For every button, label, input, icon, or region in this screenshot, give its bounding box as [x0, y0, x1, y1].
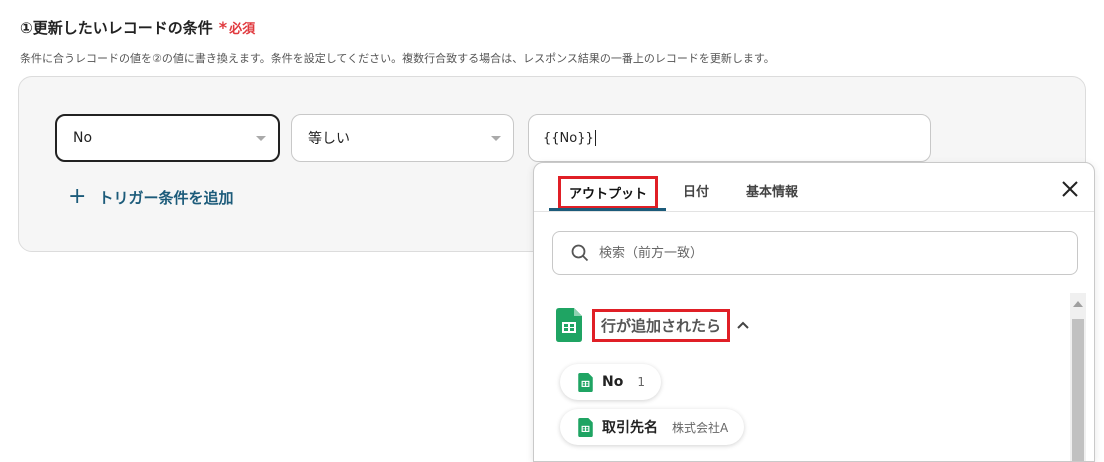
- active-tab-indicator: [549, 208, 666, 211]
- scroll-up-arrow-icon[interactable]: [1073, 301, 1083, 307]
- text-cursor: [594, 130, 596, 146]
- picker-tabs: アウトプット 日付 基本情報: [534, 163, 1094, 212]
- asterisk-icon: *: [218, 18, 228, 37]
- section-title-text: ①更新したいレコードの条件: [20, 19, 213, 37]
- chevron-up-icon[interactable]: [736, 320, 750, 330]
- required-label: 必須: [229, 22, 256, 37]
- google-sheets-icon: [578, 417, 593, 437]
- close-icon[interactable]: [1060, 179, 1080, 199]
- section-title: ①更新したいレコードの条件 * 必須: [20, 17, 255, 38]
- output-group-header[interactable]: 行が追加されたら: [556, 308, 750, 342]
- required-badge: * 必須: [219, 18, 255, 37]
- condition-key-value: No: [73, 130, 93, 146]
- tab-date[interactable]: 日付: [683, 181, 709, 200]
- output-item-value: 株式会社A: [672, 420, 729, 435]
- condition-operator-select[interactable]: 等しい: [291, 114, 514, 162]
- tab-basic-info[interactable]: 基本情報: [746, 181, 798, 200]
- scrollbar[interactable]: [1070, 293, 1086, 461]
- output-item-value: 1: [637, 375, 645, 389]
- scroll-thumb[interactable]: [1072, 319, 1084, 461]
- google-sheets-icon: [556, 308, 582, 342]
- output-item-label: No: [602, 374, 624, 390]
- google-sheets-icon: [578, 372, 593, 392]
- search-icon: [571, 244, 589, 262]
- output-item-no[interactable]: No 1: [560, 364, 661, 400]
- search-field[interactable]: [552, 231, 1078, 275]
- condition-key-select[interactable]: No: [55, 114, 280, 162]
- condition-value-input[interactable]: {{No}}: [528, 114, 931, 162]
- plus-icon: +: [68, 184, 87, 209]
- section-description: 条件に合うレコードの値を②の値に書き換えます。条件を設定してください。複数行合致…: [20, 52, 775, 65]
- search-input[interactable]: [597, 244, 1021, 262]
- dropdown-caret-icon: [256, 136, 266, 141]
- variable-picker-panel: アウトプット 日付 基本情報 行が追加されたら: [533, 162, 1095, 462]
- condition-operator-value: 等しい: [308, 131, 350, 147]
- add-trigger-condition-button[interactable]: + トリガー条件を追加: [68, 186, 233, 208]
- group-label: 行が追加されたら: [592, 308, 731, 342]
- output-item-label: 取引先名: [602, 420, 658, 436]
- add-trigger-label: トリガー条件を追加: [98, 188, 234, 207]
- output-item-client-name[interactable]: 取引先名 株式会社A: [560, 409, 745, 445]
- condition-value-text: {{No}}: [543, 130, 594, 146]
- tab-output[interactable]: アウトプット: [558, 176, 659, 209]
- dropdown-caret-icon: [491, 136, 501, 141]
